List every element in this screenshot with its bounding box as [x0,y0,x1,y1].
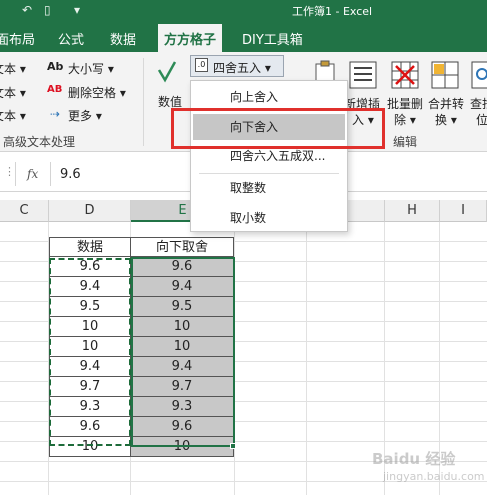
tab-diy-toolbox[interactable]: DIY工具箱 [242,29,303,48]
table-cell[interactable]: 9.4 [49,277,131,297]
table-cell[interactable]: 9.7 [49,377,131,397]
batch-delete-icon [391,61,419,89]
group-label-edit: 编辑 [393,135,418,149]
merge-button-line1[interactable]: 合并转 [428,95,464,112]
menu-item-round-up[interactable]: 向上舍入 [191,84,347,110]
header-cell-data[interactable]: 数据 [49,237,131,257]
column-header-c[interactable]: C [0,200,49,222]
file-icon[interactable]: ▯ [44,3,51,17]
tab-page-layout[interactable]: 面布局 [0,29,35,48]
table-cell[interactable]: 10 [131,317,234,337]
table-cell[interactable]: 9.3 [131,397,234,417]
merge-button-line2[interactable]: 换 ▾ [435,111,457,128]
undo-icon[interactable]: ↶ [22,3,32,17]
menu-item-integer[interactable]: 取整数 [191,175,347,201]
table-cell[interactable]: 10 [131,437,234,457]
table-cell[interactable]: 9.6 [131,257,234,277]
table-cell[interactable]: 9.6 [49,257,131,277]
tab-fangfangezi[interactable]: 方方格子 [158,24,223,52]
text-dropdown-2[interactable]: 文本 ▾ [0,84,26,101]
table-cell[interactable]: 9.5 [49,297,131,317]
find-icon [471,61,487,89]
more-icon: ⇢ [50,107,61,121]
table-cell[interactable]: 9.4 [131,357,234,377]
menu-item-decimal[interactable]: 取小数 [191,205,347,231]
insert-button-line2[interactable]: 入 ▾ [352,111,374,128]
group-label-text: 高级文本处理 [3,135,76,149]
table-cell[interactable]: 10 [49,337,131,357]
grid-line [234,222,235,495]
insert-icon [349,61,377,89]
table-cell[interactable]: 9.5 [131,297,234,317]
table-cell[interactable]: 9.6 [49,417,131,437]
round-label: 四舍五入 ▾ [213,61,271,75]
batch-delete-button-line1[interactable]: 批量删 [387,95,423,112]
menu-divider [199,173,339,174]
tab-formulas[interactable]: 公式 [58,29,84,48]
numeric-icon [157,61,177,83]
formula-separator [50,162,51,186]
numeric-button[interactable]: 数值 [158,93,182,110]
table-cell[interactable]: 9.4 [131,277,234,297]
insert-button-line1[interactable]: 新增插 [344,95,380,112]
window-title: 工作簿1 - Excel [292,5,373,18]
title-bar: ↶ ▯ ▾ 工作簿1 - Excel [0,0,487,22]
customize-qat-icon[interactable]: ▾ [74,3,80,17]
text-dropdown-1[interactable]: 文本 ▾ [0,60,26,77]
menu-item-bankers-rounding[interactable]: 四舍六入五成双... [191,143,347,169]
fx-icon[interactable]: fx [27,167,38,181]
delete-space-icon: AB [47,84,63,95]
round-button[interactable]: .0 四舍五入 ▾ [190,55,284,77]
more-button[interactable]: 更多 ▾ [68,107,102,124]
ribbon-tabs: 面布局 公式 数据 方方格子 DIY工具箱 [0,22,487,52]
table-cell[interactable]: 9.7 [131,377,234,397]
round-dropdown-menu: 向上舍入 向下舍入 四舍六入五成双... 取整数 取小数 [190,80,348,232]
find-button-line2[interactable]: 位 [476,111,487,128]
column-header-i[interactable]: I [440,200,487,222]
column-header-h[interactable]: H [385,200,440,222]
namebox-arrow-icon[interactable]: ⋮ [4,165,15,178]
watermark-url: jingyan.baidu.com [383,470,485,483]
table-cell[interactable]: 10 [49,437,131,457]
formula-separator [15,162,16,186]
table-cell[interactable]: 10 [131,337,234,357]
ribbon-separator [143,58,144,146]
case-button[interactable]: 大小写 ▾ [68,60,114,77]
delete-space-button[interactable]: 删除空格 ▾ [68,84,126,101]
watermark: Baidu 经验 [372,450,456,468]
column-header-d[interactable]: D [49,200,131,222]
fill-handle[interactable] [230,443,236,449]
round-icon: .0 [195,58,208,72]
tab-data[interactable]: 数据 [110,29,136,48]
menu-item-round-down[interactable]: 向下舍入 [193,114,345,140]
batch-delete-button-line2[interactable]: 除 ▾ [394,111,416,128]
formula-input[interactable]: 9.6 [60,167,81,182]
merge-convert-icon [431,61,459,89]
table-cell[interactable]: 9.6 [131,417,234,437]
case-icon: Ab [47,60,64,73]
grid-line [306,222,307,495]
table-cell[interactable]: 9.4 [49,357,131,377]
find-button-line1[interactable]: 查找 [470,95,487,112]
table-cell[interactable]: 9.3 [49,397,131,417]
table-cell[interactable]: 10 [49,317,131,337]
header-cell-round-down[interactable]: 向下取舍 [131,237,234,257]
text-dropdown-3[interactable]: 文本 ▾ [0,107,26,124]
